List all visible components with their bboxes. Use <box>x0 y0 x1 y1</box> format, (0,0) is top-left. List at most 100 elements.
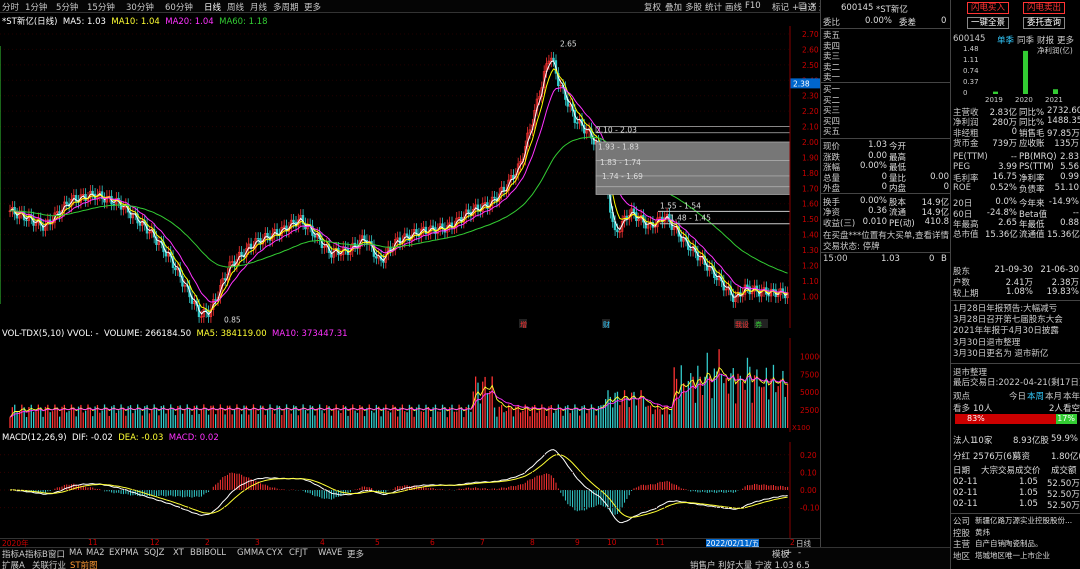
volume-chart[interactable]: 10000 7500 5000 2500 X100 <box>0 338 820 432</box>
ask-level[interactable]: 卖五 <box>821 29 950 41</box>
tool-5[interactable]: 标记 <box>770 0 791 13</box>
dea-line <box>9 454 788 518</box>
tool-adjust[interactable]: 复权 <box>642 0 663 13</box>
tick-price: 1.03 <box>881 254 900 264</box>
ask-level[interactable]: 卖二 <box>821 61 950 73</box>
bid-level[interactable]: 买五 <box>821 125 950 137</box>
separator <box>951 363 1080 364</box>
candle <box>65 201 68 205</box>
view-tab-3[interactable]: 本月 <box>1045 390 1062 402</box>
indicator-tab-10[interactable]: CYX <box>266 548 283 558</box>
close-icon[interactable]: × <box>808 0 819 12</box>
kline-panel[interactable]: 2.65 0.85 2.10 - 2.03 1.93 - 1.83 1.83 - 1.7… <box>0 26 820 328</box>
deal-cell: 1.05 <box>1019 477 1038 487</box>
bid-level[interactable]: 买四 <box>821 115 950 127</box>
bottom-control-2[interactable]: - <box>798 548 801 558</box>
period-tab-8[interactable]: 月线 <box>250 1 267 13</box>
time-tick: 2 <box>205 538 210 547</box>
news-item[interactable]: 3月28日召开第七届股东大会 <box>951 313 1080 325</box>
period-tab-6[interactable]: 日线 <box>204 1 221 13</box>
bottom-nav-2[interactable]: ST前图 <box>70 559 98 569</box>
indicator-tab-8[interactable]: BBIBOLL <box>190 548 226 558</box>
ask-level[interactable]: 卖四 <box>821 40 950 52</box>
period-tab-7[interactable]: 周线 <box>227 1 244 13</box>
fin-row: 非经粗 0 销售毛 97.85万 <box>951 127 1080 139</box>
bid-level[interactable]: 买三 <box>821 104 950 116</box>
dif-line <box>9 449 788 524</box>
deal-cell: 02-11 <box>953 477 978 487</box>
period-tab-10[interactable]: 更多 <box>304 1 321 13</box>
bottom-nav-0[interactable]: 扩展A <box>2 559 25 569</box>
bid-level[interactable]: 买一 <box>821 83 950 95</box>
candle <box>313 235 317 238</box>
news-item[interactable]: 2021年年报于4月30日披露 <box>951 324 1080 336</box>
candle <box>772 288 775 291</box>
indicator-tab-5[interactable]: EXPMA <box>109 548 138 558</box>
indicator-tab-13[interactable]: 更多 <box>347 548 364 560</box>
period-tab-5[interactable]: 60分钟 <box>165 1 193 13</box>
quote-row: 换手 0.00% 股本 14.9亿 <box>821 196 950 208</box>
fin-label: 货币金 <box>953 139 979 150</box>
bid-level[interactable]: 买二 <box>821 94 950 106</box>
macd-chart[interactable]: 0.20 0.10 0.00 -0.10 <box>0 442 820 538</box>
period-tab-9[interactable]: 多周期 <box>273 1 299 13</box>
candle <box>431 225 435 228</box>
tool-0[interactable]: 叠加 <box>663 0 684 13</box>
holder-value: 21-09-30 <box>994 265 1033 275</box>
fin-value: 2.65 <box>998 218 1017 228</box>
kline-chart[interactable]: 2.65 0.85 2.10 - 2.03 1.93 - 1.83 1.83 - 1.7… <box>0 26 820 328</box>
news-item[interactable]: 3月30日退市整理 <box>951 336 1080 348</box>
flash-sell-button[interactable]: 闪电卖出 <box>1023 2 1065 14</box>
tool-4[interactable]: F10 <box>743 0 763 12</box>
order-query-button[interactable]: 委托查询 <box>1023 17 1065 29</box>
volume-panel[interactable]: 10000 7500 5000 2500 X100 <box>0 338 820 432</box>
one-key-button[interactable]: 一键全景 <box>967 17 1009 29</box>
period-tab-2[interactable]: 5分钟 <box>56 1 78 13</box>
tool-3[interactable]: 画线 <box>723 0 744 13</box>
flash-buy-button[interactable]: 闪电买入 <box>967 2 1009 14</box>
indicator-tab-12[interactable]: WAVE <box>318 548 342 558</box>
bottom-status: 销售户 利好大量 宁波 1.03 6.5 <box>690 561 810 569</box>
indicator-tab-7[interactable]: XT <box>173 548 184 558</box>
candle <box>223 278 227 281</box>
indicator-tab-11[interactable]: CFJT <box>289 548 308 558</box>
indicator-tab-6[interactable]: SQJZ <box>144 548 164 558</box>
macd-panel[interactable]: 0.20 0.10 0.00 -0.10 <box>0 442 820 538</box>
fin-label: 总市值 <box>953 230 979 241</box>
news-item[interactable]: 1月28日年报预告:大幅减亏 <box>951 302 1080 314</box>
period-tab-0[interactable]: 分时 <box>2 1 19 13</box>
news-item[interactable]: 3月30日更名为 退市新亿 <box>951 347 1080 359</box>
quote-value: 410.8 <box>924 216 949 227</box>
ask-level[interactable]: 卖三 <box>821 50 950 62</box>
indicator-tab-3[interactable]: MA <box>69 548 82 558</box>
quote-row: 净资 0.36 流通 14.9亿 <box>821 206 950 218</box>
time-tick: 12 <box>150 538 160 547</box>
deal-cell: 1.05 <box>1019 499 1038 509</box>
period-tab-4[interactable]: 30分钟 <box>126 1 154 13</box>
view-tab-4[interactable]: 本年 <box>1063 390 1080 402</box>
indicator-tab-9[interactable]: GMMA <box>237 548 264 558</box>
tool-2[interactable]: 统计 <box>703 0 724 13</box>
tool-1[interactable]: 多股 <box>683 0 704 13</box>
tick-row: 15:00 1.03 0 B <box>821 254 950 265</box>
deal-row: 02-11 1.05 52.50万 <box>951 488 1080 500</box>
fin-value: -- <box>1072 207 1079 218</box>
f10-panel: 闪电买入 闪电卖出 一键全景 委托查询 600145 单季 同季 财报 更多 净利润(亿) 1.48… <box>950 0 1080 569</box>
bottom-nav-1[interactable]: 关联行业 <box>32 559 66 569</box>
event-marker: 我设 <box>735 320 749 328</box>
fin-value: 0.88 <box>1060 218 1079 228</box>
indicator-tab-4[interactable]: MA2 <box>86 548 105 558</box>
price-tick: 2.50 <box>802 61 819 70</box>
view-tab-1[interactable]: 今日 <box>1009 390 1026 402</box>
view-tab-2[interactable]: 本周 <box>1027 390 1044 402</box>
period-tab-3[interactable]: 15分钟 <box>87 1 115 13</box>
profit-year: 2020 <box>1015 96 1033 104</box>
ask-level[interactable]: 卖一 <box>821 71 950 83</box>
profit-year: 2019 <box>985 96 1003 104</box>
bottom-control-1[interactable]: + <box>785 548 792 558</box>
period-tab-1[interactable]: 1分钟 <box>25 1 47 13</box>
maximize-icon[interactable]: □ <box>796 0 808 12</box>
big-order-notice[interactable]: 在买盘***位置有大买单,查看详情 <box>821 229 950 241</box>
price-tick: 1.00 <box>802 292 819 301</box>
price-tick: 2.30 <box>802 92 819 101</box>
